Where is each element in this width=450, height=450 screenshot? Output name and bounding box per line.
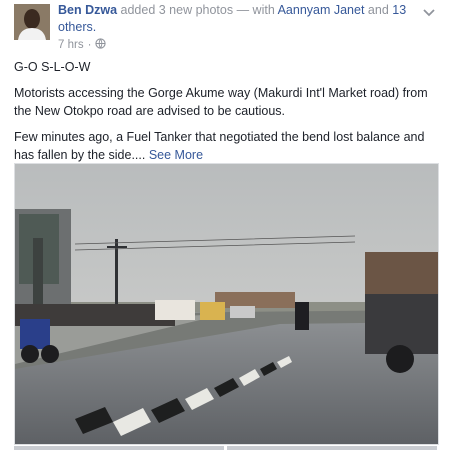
- thumbnail[interactable]: [227, 446, 437, 450]
- timestamp-link[interactable]: 7 hrs: [58, 39, 84, 51]
- post-paragraph-2-text: Few minutes ago, a Fuel Tanker that nego…: [14, 130, 425, 162]
- post-title: G-O S-L-O-W: [14, 60, 91, 74]
- meta-separator: ·: [87, 39, 92, 51]
- avatar[interactable]: [14, 4, 50, 40]
- tagged-name-link[interactable]: Aannyam Janet: [278, 3, 365, 17]
- thumbnail[interactable]: [14, 446, 224, 450]
- see-more-link[interactable]: See More: [149, 148, 203, 162]
- photo-thumbnails: [14, 446, 437, 450]
- action-text: added 3 new photos — with: [117, 3, 278, 17]
- facebook-post: Ben Dzwa added 3 new photos — with Aanny…: [0, 0, 450, 450]
- post-photo[interactable]: [14, 163, 439, 445]
- post-paragraph-1: Motorists accessing the Gorge Akume way …: [14, 86, 428, 118]
- author-name-link[interactable]: Ben Dzwa: [58, 3, 117, 17]
- post-body: G-O S-L-O-W Motorists accessing the Gorg…: [14, 58, 438, 172]
- chevron-down-icon[interactable]: [422, 5, 436, 17]
- post-meta: 7 hrs ·: [58, 38, 107, 52]
- globe-icon[interactable]: [95, 38, 107, 52]
- post-header: Ben Dzwa added 3 new photos — with Aanny…: [58, 2, 408, 36]
- post-paragraph-2: Few minutes ago, a Fuel Tanker that nego…: [14, 128, 438, 164]
- and-text: and: [364, 3, 393, 17]
